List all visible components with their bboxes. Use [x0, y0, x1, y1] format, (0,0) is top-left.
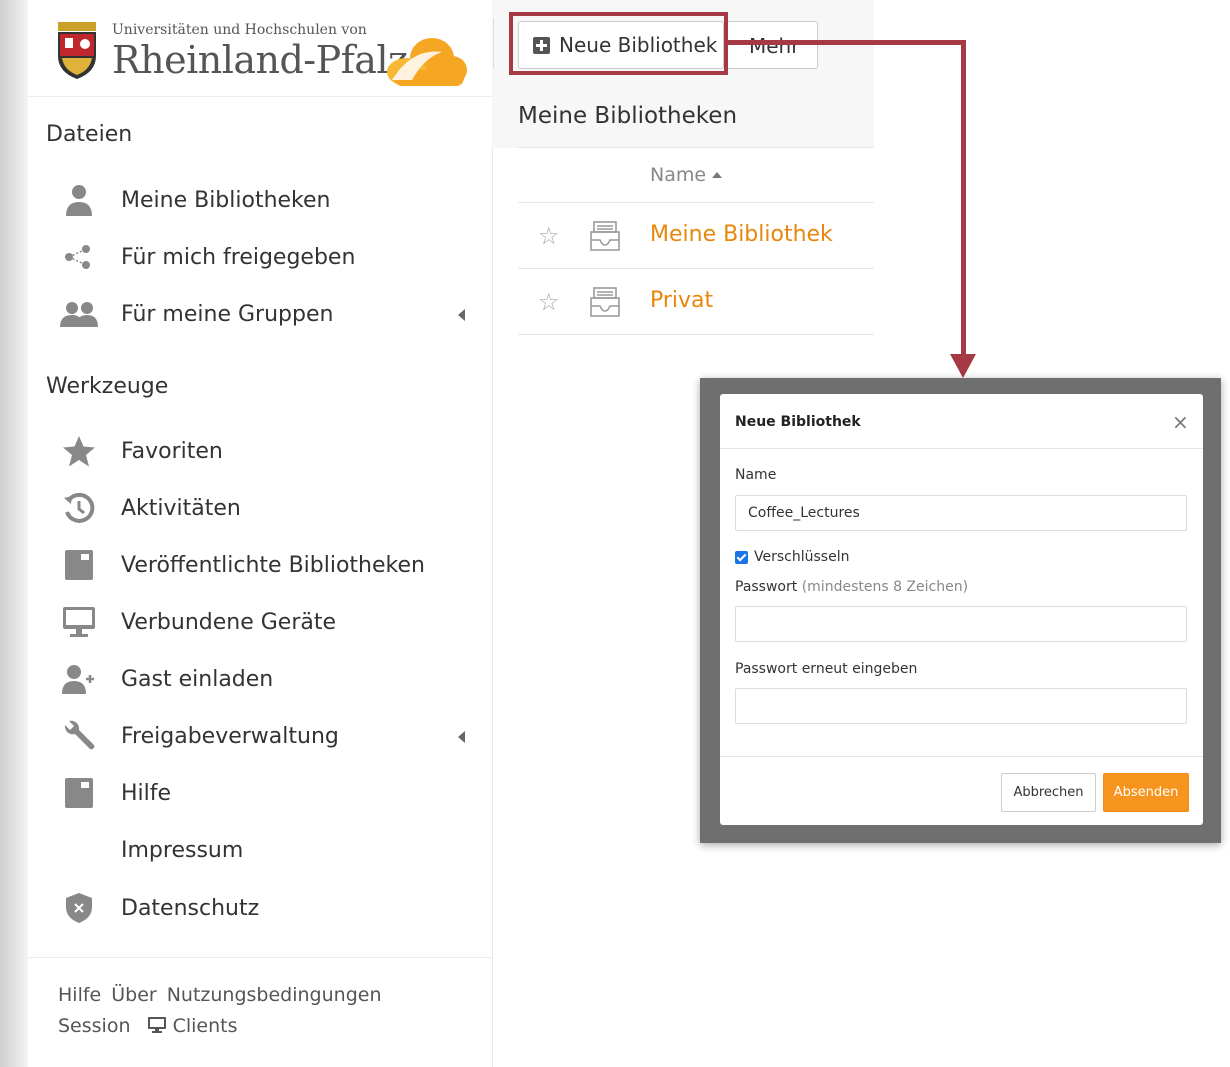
library-icon — [590, 287, 620, 317]
footer-link-help[interactable]: Hilfe — [58, 984, 101, 1006]
sidebar-item-label: Verbundene Geräte — [121, 609, 337, 635]
footer-link-terms[interactable]: Nutzungsbedingungen — [167, 984, 382, 1006]
monitor-icon — [147, 1017, 166, 1033]
sidebar-item-invite-guest[interactable]: Gast einladen — [56, 657, 476, 701]
footer-divider — [28, 957, 492, 958]
section-tools-title: Werkzeuge — [46, 374, 169, 399]
divider — [518, 202, 874, 203]
sidebar-item-published-libraries[interactable]: Veröffentlichte Bibliotheken — [56, 543, 476, 587]
sidebar-item-label: Datenschutz — [121, 895, 260, 921]
star-icon — [56, 435, 102, 467]
annotation-arrow-line — [728, 40, 966, 45]
password-input[interactable] — [735, 606, 1187, 642]
submit-button[interactable]: Absenden — [1103, 773, 1189, 812]
sidebar-item-label: Impressum — [121, 837, 244, 863]
shield-icon — [56, 892, 102, 924]
annotation-highlight-box — [509, 12, 728, 75]
name-label: Name — [735, 467, 777, 483]
dialog-footer-divider — [720, 756, 1203, 757]
logo-title: Rheinland-Pfalz — [112, 38, 408, 82]
annotation-arrow-head — [950, 354, 976, 378]
logo-divider — [28, 96, 492, 97]
sidebar-item-help[interactable]: Hilfe — [56, 771, 476, 815]
sidebar-item-share-admin[interactable]: Freigabeverwaltung — [56, 714, 476, 758]
user-icon — [56, 184, 102, 216]
encrypt-checkbox[interactable] — [735, 551, 748, 564]
book-icon — [56, 549, 102, 581]
caret-left-icon[interactable] — [458, 309, 465, 321]
sidebar-item-label: Hilfe — [121, 780, 172, 806]
wrench-icon — [56, 719, 102, 753]
sidebar-item-shared-with-me[interactable]: Für mich freigegeben — [56, 235, 476, 279]
section-files-title: Dateien — [46, 122, 133, 147]
password-hint: (mindestens 8 Zeichen) — [801, 579, 969, 595]
sidebar-item-label: Freigabeverwaltung — [121, 723, 339, 749]
sidebar-item-label: Favoriten — [121, 438, 223, 464]
monitor-icon — [56, 606, 102, 638]
book-icon — [56, 777, 102, 809]
share-icon — [56, 245, 102, 269]
library-link[interactable]: Meine Bibliothek — [650, 222, 833, 247]
history-icon — [56, 492, 102, 524]
sidebar-item-activities[interactable]: Aktivitäten — [56, 486, 476, 530]
password-label: Passwort (mindestens 8 Zeichen) — [735, 579, 968, 595]
cloud-logo-icon — [387, 38, 467, 86]
column-header-label: Name — [650, 164, 707, 186]
divider — [518, 147, 874, 148]
more-button-label: Mehr — [749, 34, 800, 58]
divider — [518, 268, 874, 269]
more-button[interactable]: Mehr — [724, 21, 818, 69]
annotation-arrow-line — [961, 40, 966, 358]
library-name-input[interactable] — [735, 495, 1187, 531]
library-icon — [590, 221, 620, 251]
password-label-text: Passwort — [735, 579, 798, 595]
cancel-button[interactable]: Abbrechen — [1001, 773, 1096, 812]
password-repeat-input[interactable] — [735, 688, 1187, 724]
close-icon[interactable]: × — [1172, 410, 1189, 434]
sidebar-item-label: Veröffentlichte Bibliotheken — [121, 552, 425, 578]
sidebar-item-label: Gast einladen — [121, 666, 274, 692]
sidebar-footer-links-2: Session Clients — [58, 1015, 258, 1037]
sidebar-item-my-libraries[interactable]: Meine Bibliotheken — [56, 178, 476, 222]
logo-subtitle: Universitäten und Hochschulen von — [112, 22, 367, 38]
page-title: Meine Bibliotheken — [518, 103, 738, 129]
footer-link-clients-label: Clients — [172, 1015, 238, 1037]
sidebar-footer-links: Hilfe Über Nutzungsbedingungen — [58, 984, 392, 1006]
footer-link-session[interactable]: Session — [58, 1015, 131, 1037]
logo[interactable]: Universitäten und Hochschulen von Rheinl… — [52, 14, 472, 86]
coat-of-arms-icon — [58, 22, 96, 79]
toolbar-divider — [493, 18, 494, 68]
encrypt-label: Verschlüsseln — [754, 549, 850, 565]
dialog-title: Neue Bibliothek — [735, 414, 861, 430]
sidebar-item-label: Meine Bibliotheken — [121, 187, 331, 213]
column-header-name[interactable]: Name — [650, 164, 723, 186]
sidebar-item-my-groups[interactable]: Für meine Gruppen — [56, 292, 476, 336]
password-repeat-label: Passwort erneut eingeben — [735, 661, 918, 677]
sidebar-item-imprint[interactable]: Impressum — [56, 828, 476, 872]
star-outline-icon[interactable]: ☆ — [538, 222, 560, 250]
sidebar-item-label: Für meine Gruppen — [121, 301, 334, 327]
star-outline-icon[interactable]: ☆ — [538, 288, 560, 316]
footer-link-about[interactable]: Über — [111, 984, 156, 1006]
footer-link-clients[interactable]: Clients — [147, 1015, 248, 1037]
user-plus-icon — [56, 664, 102, 694]
page-edge-shadow — [0, 0, 28, 1067]
sidebar-item-connected-devices[interactable]: Verbundene Geräte — [56, 600, 476, 644]
sidebar-item-label: Für mich freigegeben — [121, 244, 356, 270]
sidebar-item-label: Aktivitäten — [121, 495, 241, 521]
divider — [518, 334, 874, 335]
dialog-header-divider — [720, 448, 1203, 449]
caret-left-icon[interactable] — [458, 731, 465, 743]
sort-asc-icon — [712, 172, 723, 178]
library-link[interactable]: Privat — [650, 288, 713, 313]
sidebar-item-favorites[interactable]: Favoriten — [56, 429, 476, 473]
sidebar-item-privacy[interactable]: Datenschutz — [56, 886, 476, 930]
group-icon — [56, 301, 102, 327]
